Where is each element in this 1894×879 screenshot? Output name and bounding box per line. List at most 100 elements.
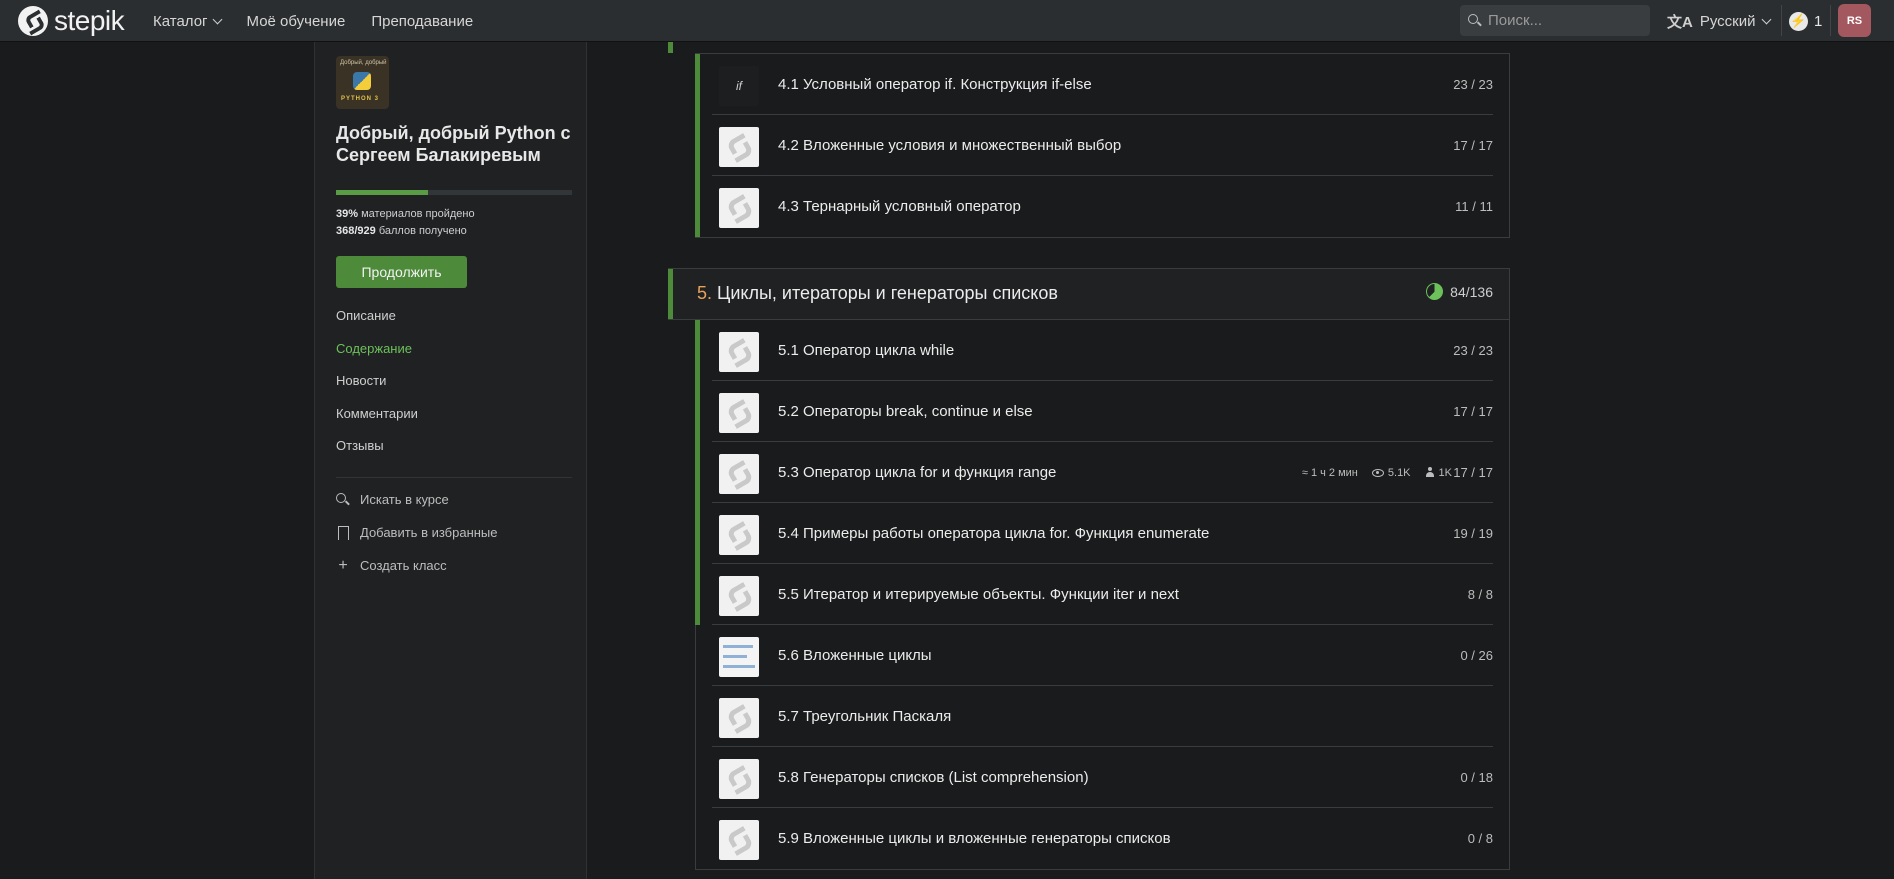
divider — [1781, 5, 1782, 36]
lesson-row[interactable]: 5.2 Операторы break, continue и else 17 … — [695, 381, 1509, 442]
lesson-score: 0 / 18 — [1460, 770, 1493, 785]
translate-icon: 文A — [1667, 13, 1693, 31]
course-contents: if 4.1 Условный оператор if. Конструкция… — [668, 42, 1510, 879]
stepik-logo-icon — [724, 581, 754, 611]
sidebar-link-news[interactable]: Новости — [336, 373, 386, 388]
learners-count: 1K — [1438, 466, 1452, 479]
lesson-thumbnail — [719, 759, 759, 799]
lesson-title[interactable]: 5.8 Генераторы списков (List comprehensi… — [778, 769, 1089, 786]
person-icon — [1425, 467, 1435, 478]
lesson-thumbnail: if — [719, 66, 759, 106]
lesson-row[interactable]: 5.1 Оператор цикла while 23 / 23 — [695, 320, 1509, 381]
stepik-logo-icon — [724, 459, 754, 489]
lesson-score: 8 / 8 — [1467, 587, 1493, 602]
add-to-favorites-label: Добавить в избранные — [360, 525, 498, 540]
lesson-title[interactable]: 5.3 Оператор цикла for и функция range — [778, 464, 1056, 481]
points-value: 368/929 — [336, 225, 376, 237]
stepik-logo-icon — [724, 132, 754, 162]
language-selector[interactable]: 文A Русский — [1667, 0, 1771, 42]
stepik-logo[interactable]: stepik — [18, 6, 125, 36]
cover-caption: Добрый, добрый — [340, 60, 387, 66]
nav-teaching-label: Преподавание — [371, 12, 474, 30]
lesson-row[interactable]: 4.2 Вложенные условия и множественный вы… — [695, 115, 1509, 176]
sidebar-divider — [336, 477, 572, 478]
lesson-learners: 1K — [1425, 467, 1452, 479]
lesson-row[interactable]: 5.6 Вложенные циклы 0 / 26 — [696, 625, 1509, 686]
lesson-title[interactable]: 4.1 Условный оператор if. Конструкция if… — [778, 76, 1092, 93]
python-logo-icon — [353, 72, 371, 90]
lesson-row[interactable]: 4.3 Тернарный условный оператор 11 / 11 — [695, 176, 1509, 237]
top-navbar: stepik Каталог Моё обучение Преподавание… — [0, 0, 1894, 42]
create-class[interactable]: + Создать класс — [336, 556, 447, 574]
course-cover[interactable]: Добрый, добрый PYTHON 3 — [336, 56, 389, 109]
lesson-thumbnail — [719, 188, 759, 228]
lesson-title[interactable]: 4.3 Тернарный условный оператор — [778, 198, 1021, 215]
module-progress: 84/136 — [1426, 283, 1493, 300]
lesson-title[interactable]: 5.7 Треугольник Паскаля — [778, 708, 951, 725]
lesson-thumbnail — [719, 576, 759, 616]
lesson-thumbnail — [719, 820, 759, 860]
sidebar-link-contents[interactable]: Содержание — [336, 341, 412, 356]
lesson-row[interactable]: 5.5 Итератор и итерируемые объекты. Функ… — [695, 564, 1509, 625]
search-in-course[interactable]: Искать в курсе — [336, 492, 449, 507]
language-label: Русский — [1699, 12, 1756, 30]
lesson-score: 17 / 17 — [1453, 465, 1493, 480]
lesson-score: 23 / 23 — [1453, 343, 1493, 358]
lesson-title[interactable]: 5.1 Оператор цикла while — [778, 342, 954, 359]
sidebar-link-reviews[interactable]: Отзывы — [336, 438, 384, 453]
stepik-logo-icon — [724, 703, 754, 733]
lesson-score: 0 / 8 — [1467, 831, 1493, 846]
lesson-row[interactable]: 5.3 Оператор цикла for и функция range ≈… — [695, 442, 1509, 503]
lesson-score: 17 / 17 — [1453, 404, 1493, 419]
cover-python-text: PYTHON 3 — [341, 96, 380, 102]
views-count: 5.1K — [1387, 466, 1411, 479]
lesson-title[interactable]: 5.2 Операторы break, continue и else — [778, 403, 1033, 420]
lesson-row[interactable]: 5.4 Примеры работы оператора цикла for. … — [695, 503, 1509, 564]
sidebar-link-description[interactable]: Описание — [336, 308, 396, 323]
module-title: 5. Циклы, итераторы и генераторы списков — [697, 283, 1058, 304]
course-sidebar: Добрый, добрый PYTHON 3 Добрый, добрый P… — [314, 42, 587, 879]
sidebar-link-comments[interactable]: Комментарии — [336, 406, 418, 421]
search-input[interactable] — [1488, 12, 1638, 29]
search-in-course-label: Искать в курсе — [360, 492, 449, 507]
nav-catalog[interactable]: Каталог — [153, 13, 222, 30]
nav-teaching[interactable]: Преподавание — [371, 13, 473, 30]
search-icon — [1468, 13, 1482, 28]
materials-text: материалов пройдено — [361, 208, 475, 220]
plus-icon: + — [338, 556, 348, 574]
lesson-title[interactable]: 5.6 Вложенные циклы — [778, 647, 932, 664]
lesson-row[interactable]: if 4.1 Условный оператор if. Конструкция… — [695, 54, 1509, 115]
lesson-thumbnail — [719, 393, 759, 433]
lesson-row[interactable]: 5.8 Генераторы списков (List comprehensi… — [696, 747, 1509, 808]
search-icon — [336, 492, 350, 507]
lesson-duration: ≈ 1 ч 2 мин — [1301, 466, 1358, 479]
continue-button[interactable]: Продолжить — [336, 256, 467, 288]
chevron-down-icon — [212, 14, 222, 24]
module-name: Циклы, итераторы и генераторы списков — [717, 283, 1058, 303]
energy-counter[interactable]: ⚡ 1 — [1789, 0, 1822, 42]
lesson-thumbnail — [719, 515, 759, 555]
course-title[interactable]: Добрый, добрый Python с Сергеем Балакире… — [336, 122, 576, 166]
lesson-row[interactable]: 5.9 Вложенные циклы и вложенные генерато… — [696, 808, 1509, 869]
progress-pie-icon — [1426, 283, 1444, 300]
lesson-title[interactable]: 5.9 Вложенные циклы и вложенные генерато… — [778, 830, 1171, 847]
search-box[interactable] — [1460, 5, 1650, 36]
materials-percent: 39% — [336, 208, 359, 220]
module-header[interactable]: 5. Циклы, итераторы и генераторы списков… — [668, 268, 1510, 320]
points-text: баллов получено — [378, 225, 467, 237]
lesson-score: 19 / 19 — [1453, 526, 1493, 541]
lightning-icon: ⚡ — [1789, 11, 1808, 31]
create-class-label: Создать класс — [360, 558, 447, 573]
nav-my-learning[interactable]: Моё обучение — [247, 13, 346, 30]
lesson-title[interactable]: 5.4 Примеры работы оператора цикла for. … — [778, 525, 1209, 542]
lesson-thumbnail — [719, 332, 759, 372]
module-number: 5. — [697, 283, 713, 303]
lesson-row[interactable]: 5.7 Треугольник Паскаля — [696, 686, 1509, 747]
nav-my-learning-label: Моё обучение — [246, 12, 346, 30]
stepik-logo-icon — [724, 337, 754, 367]
lesson-title[interactable]: 4.2 Вложенные условия и множественный вы… — [778, 137, 1121, 154]
lesson-score: 23 / 23 — [1453, 77, 1493, 92]
lesson-title[interactable]: 5.5 Итератор и итерируемые объекты. Функ… — [778, 586, 1179, 603]
add-to-favorites[interactable]: Добавить в избранные — [336, 525, 498, 540]
user-avatar[interactable]: RS — [1838, 4, 1871, 37]
